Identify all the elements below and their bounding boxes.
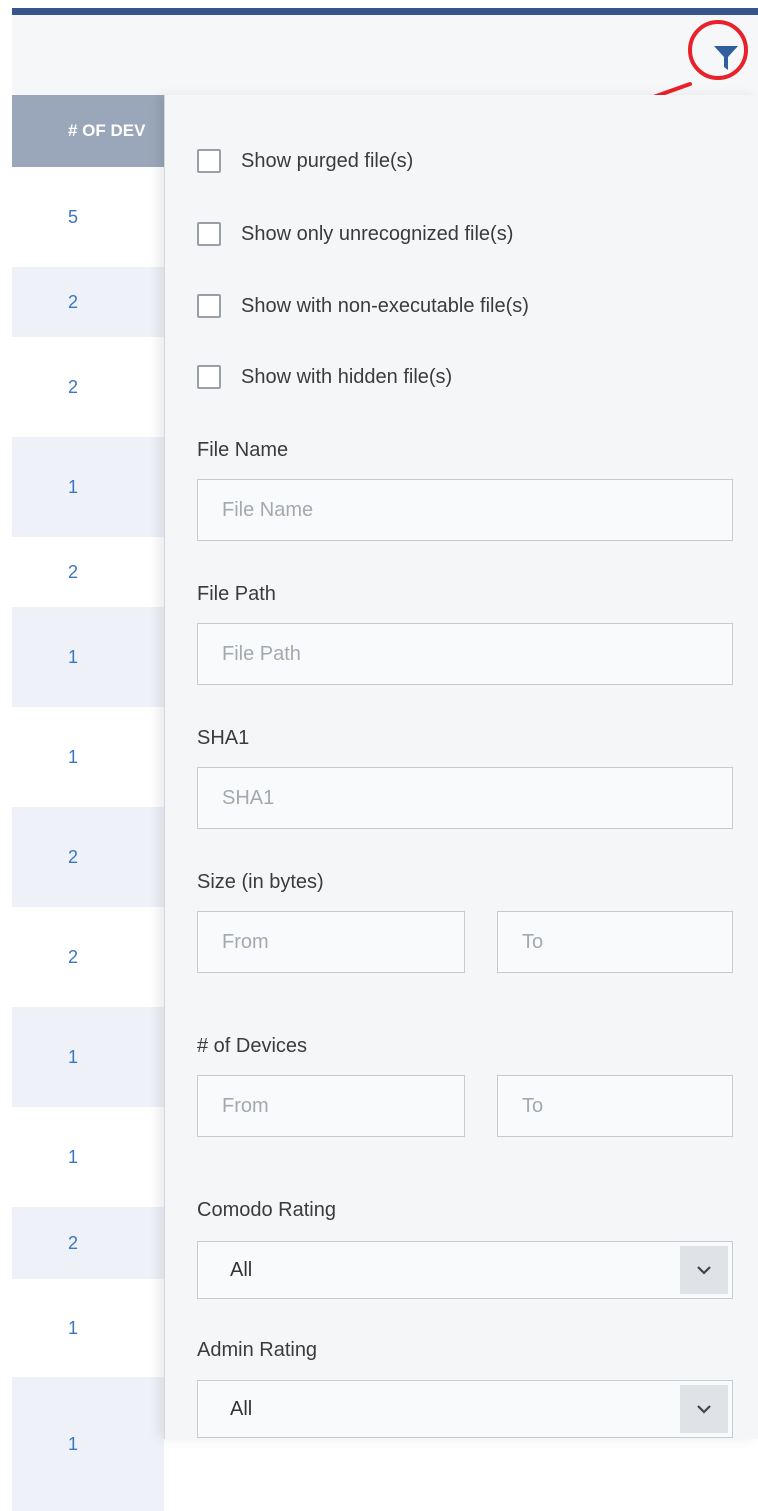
devices-to-input[interactable] — [497, 1075, 733, 1137]
comodo-rating-value: All — [230, 1258, 253, 1281]
chevron-down-icon[interactable] — [680, 1385, 728, 1433]
table-row[interactable]: 2 — [12, 807, 164, 907]
checkbox-box[interactable] — [197, 294, 221, 318]
table-row[interactable]: 1 — [12, 707, 164, 807]
chevron-down-icon[interactable] — [680, 1246, 728, 1294]
table-row[interactable]: 1 — [12, 607, 164, 707]
file-name-label: File Name — [197, 439, 289, 461]
devices-from-input[interactable] — [197, 1075, 465, 1137]
table-row[interactable]: 1 — [12, 1377, 164, 1511]
table-row[interactable]: 2 — [12, 267, 164, 337]
table-row[interactable]: 1 — [12, 437, 164, 537]
toolbar — [12, 15, 758, 96]
checkbox-label: Show only unrecognized file(s) — [241, 222, 514, 245]
file-path-input[interactable] — [197, 623, 733, 685]
table-row[interactable]: 5 — [12, 167, 164, 267]
column-header-devices[interactable]: # OF DEV — [12, 95, 164, 167]
table-row[interactable]: 1 — [12, 1107, 164, 1207]
devices-label: # of Devices — [197, 1035, 308, 1057]
sha1-input[interactable] — [197, 767, 733, 829]
checkbox-label: Show purged file(s) — [241, 149, 414, 172]
checkbox-box[interactable] — [197, 222, 221, 246]
size-label: Size (in bytes) — [197, 871, 324, 893]
checkbox-label: Show with non-executable file(s) — [241, 294, 529, 317]
admin-rating-value: All — [230, 1397, 253, 1420]
checkbox-show-hidden[interactable]: Show with hidden file(s) — [197, 365, 452, 389]
comodo-rating-select[interactable]: All — [197, 1241, 733, 1299]
checkbox-show-non-executable[interactable]: Show with non-executable file(s) — [197, 294, 529, 318]
table-row[interactable]: 2 — [12, 537, 164, 607]
checkbox-show-unrecognized[interactable]: Show only unrecognized file(s) — [197, 222, 513, 246]
admin-rating-label: Admin Rating — [197, 1339, 318, 1361]
filter-panel: Show purged file(s) Show only unrecogniz… — [164, 95, 758, 1439]
devices-column: # OF DEV 5 2 2 1 2 1 1 2 2 1 1 2 1 1 — [12, 95, 164, 1511]
table-row[interactable]: 2 — [12, 907, 164, 1007]
file-path-label: File Path — [197, 583, 276, 605]
file-name-input[interactable] — [197, 479, 733, 541]
filter-funnel-icon — [714, 46, 738, 70]
checkbox-show-purged[interactable]: Show purged file(s) — [197, 149, 413, 173]
comodo-rating-label: Comodo Rating — [197, 1199, 336, 1221]
admin-rating-select[interactable]: All — [197, 1380, 733, 1438]
top-accent-bar — [12, 8, 758, 15]
sha1-label: SHA1 — [197, 727, 250, 749]
size-from-input[interactable] — [197, 911, 465, 973]
checkbox-box[interactable] — [197, 149, 221, 173]
checkbox-label: Show with hidden file(s) — [241, 365, 453, 388]
table-row[interactable]: 1 — [12, 1007, 164, 1107]
checkbox-box[interactable] — [197, 365, 221, 389]
filter-button[interactable] — [704, 36, 748, 80]
table-row[interactable]: 2 — [12, 337, 164, 437]
table-row[interactable]: 2 — [12, 1207, 164, 1279]
table-row[interactable]: 1 — [12, 1279, 164, 1377]
size-to-input[interactable] — [497, 911, 733, 973]
